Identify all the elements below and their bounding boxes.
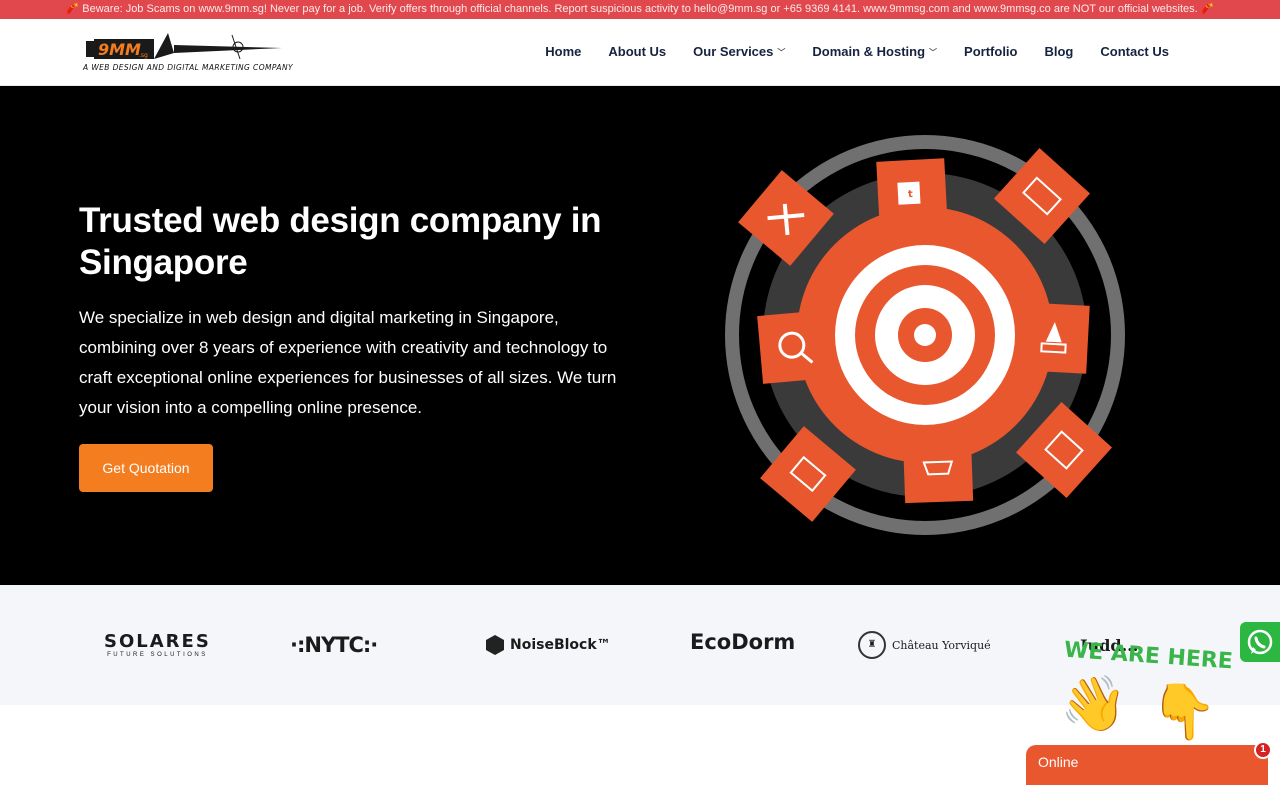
hexagon-icon: [486, 635, 504, 655]
nav-our-services[interactable]: Our Services ﹀: [693, 44, 785, 59]
nav-label: Home: [545, 43, 582, 59]
main-nav: Home About Us Our Services ﹀ Domain & Hos…: [518, 19, 1169, 83]
client-logo-noiseblock: NoiseBlock™: [486, 630, 611, 660]
whatsapp-icon: [1247, 629, 1273, 655]
announcement-bar: 🧨 Beware: Job Scams on www.9mm.sg! Never…: [0, 0, 1280, 19]
nav-about-us[interactable]: About Us: [608, 44, 666, 59]
nav-contact-us[interactable]: Contact Us: [1100, 44, 1169, 59]
waving-hand-icon: 👋: [1060, 674, 1127, 736]
svg-text:👋: 👋: [1060, 674, 1127, 736]
client-logo-nytc: ·:NYTC:·: [290, 630, 378, 660]
svg-text:t: t: [908, 189, 914, 200]
client-logo-text: ·:NYTC:·: [290, 633, 378, 657]
social-media-icon: t: [876, 158, 948, 230]
nav-blog[interactable]: Blog: [1044, 44, 1073, 59]
site-header: 9MM .sg A WEB DESIGN AND DIGITAL MARKETI…: [0, 19, 1280, 86]
client-logo-ecodorm: EcoDorm: [690, 630, 795, 660]
nav-label: Our Services: [693, 43, 774, 59]
client-logo-text: NoiseBlock™: [510, 637, 611, 653]
pointing-hand-icon: 👇: [1150, 682, 1217, 744]
logo-tagline: A WEB DESIGN AND DIGITAL MARKETING COMPA…: [83, 63, 293, 72]
nav-domain-hosting[interactable]: Domain & Hosting ﹀: [812, 44, 937, 59]
rocket-launch-icon: [1018, 302, 1090, 374]
whatsapp-button[interactable]: [1240, 622, 1280, 662]
client-logo-text: SOLARES: [104, 631, 211, 652]
we-are-here-badge[interactable]: WE ARE HERE! 👋 👇: [1060, 630, 1235, 745]
chevron-down-icon: ﹀: [777, 47, 786, 57]
client-logo-solares: SOLARES FUTURE SOLUTIONS: [104, 631, 211, 661]
nav-label: Portfolio: [964, 43, 1018, 59]
nav-portfolio[interactable]: Portfolio: [964, 44, 1017, 59]
logo-mark: 9MM: [98, 40, 141, 59]
svg-text:👇: 👇: [1150, 682, 1217, 744]
seal-icon: ♜: [858, 631, 886, 659]
get-quotation-button[interactable]: Get Quotation: [79, 444, 213, 492]
chat-status-label: Online: [1038, 754, 1079, 770]
chat-widget-bar[interactable]: Online: [1026, 745, 1268, 785]
chat-notification-badge: 1: [1254, 741, 1272, 759]
client-logo-chateau: ♜ Château Yorviqué: [858, 630, 991, 660]
nav-label: Domain & Hosting: [812, 43, 926, 59]
logo-tld: .sg: [139, 52, 148, 59]
nav-label: Contact Us: [1100, 43, 1169, 59]
nav-label: Blog: [1044, 43, 1074, 59]
hero-title: Trusted web design company in Singapore: [79, 201, 602, 282]
we-are-here-text: WE ARE HERE!: [1063, 638, 1235, 675]
client-logo-text: EcoDorm: [690, 630, 796, 654]
ecommerce-cart-icon: [902, 432, 974, 504]
nav-label: About Us: [608, 43, 667, 59]
client-logo-text: Château Yorviqué: [892, 638, 991, 652]
client-logo-subtext: FUTURE SOLUTIONS: [107, 652, 208, 658]
chevron-down-icon: ﹀: [929, 47, 938, 57]
hero-description: We specialize in web design and digital …: [79, 308, 617, 417]
target-services-graphic: t: [725, 135, 1125, 535]
nav-home[interactable]: Home: [545, 44, 581, 59]
seo-icon: [757, 310, 831, 384]
